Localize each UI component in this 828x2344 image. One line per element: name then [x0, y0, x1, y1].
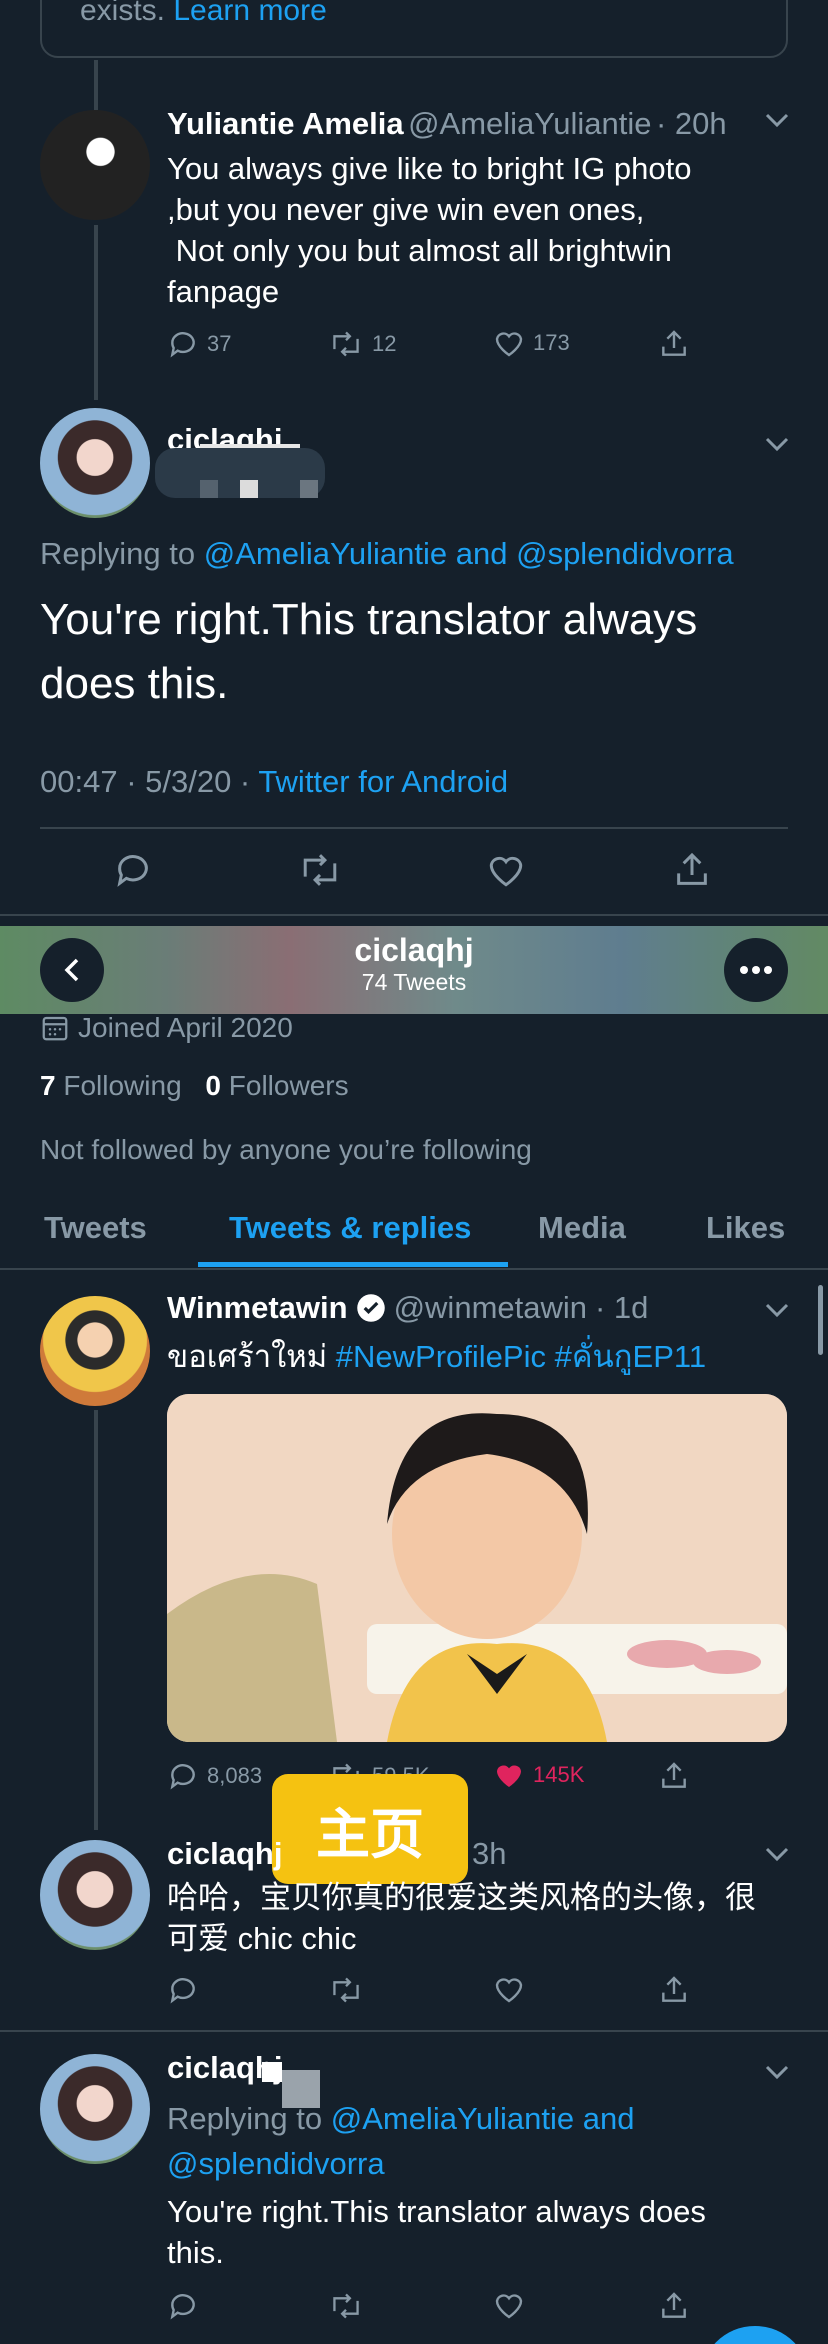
action-bar	[0, 1974, 828, 2014]
chevron-down-icon[interactable]	[763, 2058, 791, 2089]
reply-icon[interactable]	[167, 2290, 199, 2322]
heart-filled-icon	[497, 1765, 521, 1787]
scrollbar[interactable]	[818, 1285, 823, 1355]
handle[interactable]: @winmetawin	[394, 1290, 587, 1326]
tweet-text: You're right.This translator always does…	[167, 2194, 706, 2270]
reply-icon	[170, 1764, 195, 1790]
home-badge[interactable]: 主页	[272, 1774, 468, 1884]
tweet-header: ciclaqhj	[167, 1836, 282, 1872]
share-button[interactable]	[658, 328, 690, 360]
divider	[0, 2030, 828, 2032]
more-button[interactable]	[724, 938, 788, 1002]
timestamp[interactable]: 3h	[472, 1836, 506, 1872]
heart-icon[interactable]	[486, 852, 526, 888]
action-bar	[0, 850, 828, 900]
source-link[interactable]: Twitter for Android	[258, 764, 508, 799]
heart-icon[interactable]	[493, 1974, 525, 2004]
tab-tweets-replies[interactable]: Tweets & replies	[229, 1210, 471, 1246]
avatar[interactable]	[40, 1840, 150, 1950]
hashtag-links[interactable]: #NewProfilePic #คั่นกูEP11	[336, 1339, 706, 1374]
tweet-meta: 00:47 · 5/3/20 · Twitter for Android	[40, 764, 508, 800]
tweet-text: You always give like to bright IG photo …	[167, 151, 692, 309]
display-name[interactable]: Winmetawin	[167, 1290, 348, 1326]
display-name[interactable]: Yuliantie Amelia	[167, 106, 404, 141]
share-icon[interactable]	[672, 850, 712, 890]
share-button[interactable]	[658, 1760, 690, 1792]
avatar[interactable]	[40, 110, 150, 220]
like-button[interactable]: 173	[493, 328, 570, 358]
replying-to-link[interactable]: @AmeliaYuliantie and @splendidvorra	[204, 536, 734, 571]
following-link[interactable]: 7 Following	[40, 1070, 189, 1101]
share-icon[interactable]	[658, 2290, 690, 2322]
share-icon	[662, 1762, 686, 1788]
heart-icon[interactable]	[493, 2290, 525, 2320]
thread-line	[94, 1410, 98, 1830]
thread-line	[94, 60, 98, 110]
reply-icon[interactable]	[167, 1974, 199, 2006]
learn-more-link[interactable]: Learn more	[173, 0, 326, 27]
divider	[40, 827, 788, 829]
replying-to-link[interactable]: @AmeliaYuliantie and	[331, 2101, 635, 2136]
follow-counts: 7 Following 0 Followers	[40, 1070, 349, 1102]
blurred-handle	[262, 2062, 282, 2082]
reply-icon[interactable]	[113, 850, 153, 890]
tweet-text: 哈哈，宝贝你真的很爱这类风格的头像，很 可爱 chic chic	[167, 1880, 756, 1956]
joined-row: Joined April 2020	[40, 1012, 293, 1044]
tweet-text: ขอเศร้าใหม่ #NewProfilePic #คั่นกูEP11	[167, 1339, 707, 1374]
like-button[interactable]: 145K	[493, 1760, 584, 1790]
chevron-down-icon[interactable]	[763, 106, 791, 137]
notice-text: exists. Learn more	[80, 0, 327, 28]
divider	[0, 1268, 828, 1270]
avatar[interactable]	[40, 408, 150, 518]
verified-badge-icon	[356, 1294, 385, 1322]
timestamp[interactable]: · 20h	[656, 106, 727, 141]
chevron-down-icon[interactable]	[763, 430, 791, 461]
timestamp[interactable]: · 1d	[595, 1290, 648, 1326]
chevron-down-icon[interactable]	[763, 1840, 791, 1871]
tab-tweets[interactable]: Tweets	[44, 1210, 147, 1246]
replying-to: Replying to @AmeliaYuliantie and @splend…	[40, 536, 734, 571]
tweet-media-image[interactable]	[167, 1394, 787, 1742]
thread-line	[94, 225, 98, 400]
tweet-text: You're right.This translator always does…	[40, 595, 698, 708]
active-tab-indicator	[198, 1262, 508, 1267]
not-followed-note: Not followed by anyone you’re following	[40, 1134, 532, 1165]
replying-to: Replying to @AmeliaYuliantie and @splend…	[167, 2096, 634, 2186]
retweet-icon[interactable]	[297, 850, 343, 890]
followers-link[interactable]: 0 Followers	[205, 1070, 348, 1101]
profile-tabs: Tweets Tweets & replies Media Likes	[0, 1188, 828, 1268]
tweet-header: Yuliantie Amelia @AmeliaYuliantie · 20h	[167, 106, 727, 142]
reply-icon	[170, 332, 195, 358]
tab-likes[interactable]: Likes	[706, 1210, 785, 1246]
avatar[interactable]	[40, 2054, 150, 2164]
tweet-count: 74 Tweets	[361, 969, 467, 995]
retweet-button[interactable]: 12	[328, 328, 396, 360]
share-icon	[662, 330, 686, 356]
replying-to-link[interactable]: @splendidvorra	[167, 2141, 634, 2186]
action-bar	[0, 2290, 828, 2330]
calendar-icon	[42, 1016, 68, 1041]
display-name[interactable]: ciclaqhj	[167, 1836, 282, 1871]
reply-button[interactable]: 37	[167, 328, 231, 360]
avatar[interactable]	[40, 1296, 150, 1406]
tweet-header: Winmetawin @winmetawin · 1d	[167, 1290, 648, 1326]
reply-button[interactable]: 8,083	[167, 1760, 262, 1792]
retweet-icon[interactable]	[328, 2290, 364, 2322]
retweet-icon	[333, 331, 359, 357]
heart-icon	[495, 332, 523, 357]
profile-name: ciclaqhj	[354, 932, 474, 968]
divider	[0, 914, 828, 916]
handle[interactable]: @AmeliaYuliantie	[408, 106, 651, 141]
more-icon	[740, 966, 772, 974]
chevron-down-icon[interactable]	[763, 1296, 791, 1327]
tab-media[interactable]: Media	[538, 1210, 626, 1246]
retweet-icon[interactable]	[328, 1974, 364, 2006]
header-title: ciclaqhj 74 Tweets	[0, 932, 828, 996]
timestamp: 00:47 · 5/3/20 ·	[40, 764, 251, 799]
share-icon[interactable]	[658, 1974, 690, 2006]
